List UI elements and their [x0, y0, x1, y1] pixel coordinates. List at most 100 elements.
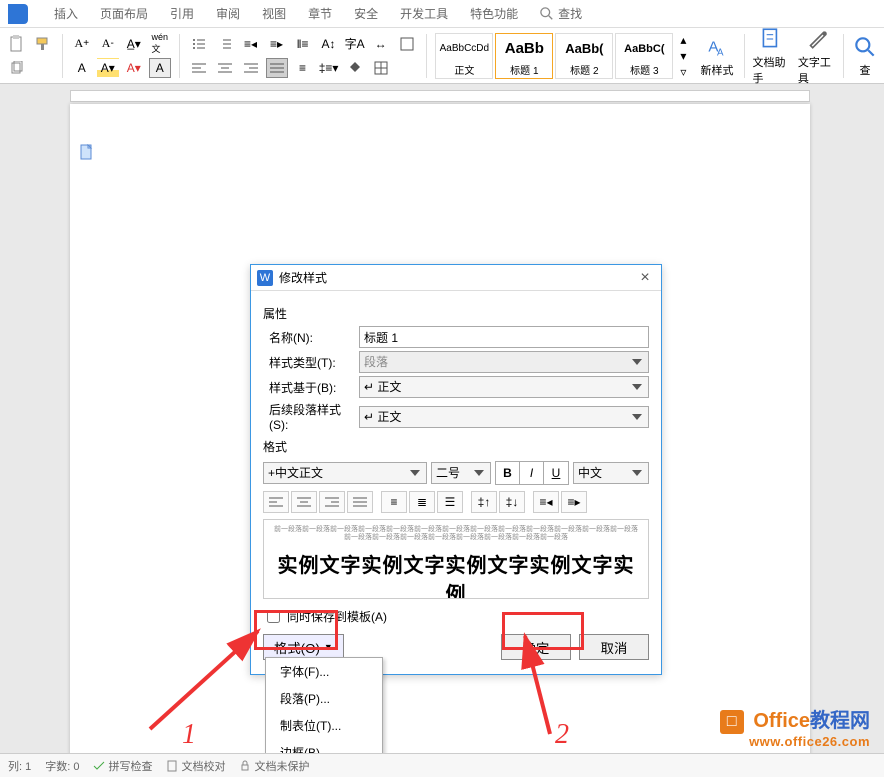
- align-left-icon[interactable]: [188, 58, 210, 78]
- new-style-button[interactable]: AA 新样式: [698, 34, 735, 78]
- pa-justify-icon[interactable]: [347, 491, 373, 513]
- based-select[interactable]: ↵ 正文: [359, 376, 649, 398]
- status-protect[interactable]: 文档未保护: [239, 758, 309, 774]
- dialog-titlebar[interactable]: W 修改样式 ×: [251, 265, 661, 291]
- pa-left-icon[interactable]: [263, 491, 289, 513]
- app-menu-icon[interactable]: [8, 4, 28, 24]
- char-border-icon[interactable]: A: [149, 58, 171, 78]
- subscript-icon[interactable]: A: [71, 58, 93, 78]
- borders-icon[interactable]: [396, 34, 418, 54]
- line-space-icon[interactable]: ‡≡▾: [318, 58, 340, 78]
- indent-dec-icon[interactable]: ≡◂: [240, 34, 262, 54]
- style-heading1[interactable]: AaBb 标题 1: [495, 33, 553, 79]
- text-direction-icon[interactable]: 字A: [344, 34, 366, 54]
- style-normal[interactable]: AaBbCcDd 正文: [435, 33, 493, 79]
- font-larger-icon[interactable]: A+: [71, 34, 93, 54]
- gallery-more-icon[interactable]: ▿: [676, 65, 690, 79]
- table-icon[interactable]: [370, 58, 392, 78]
- text-tool-button[interactable]: 文字工具: [798, 26, 835, 86]
- gallery-up-icon[interactable]: ▴: [676, 33, 690, 47]
- search-box[interactable]: 查找: [540, 5, 582, 22]
- shading-icon[interactable]: [344, 58, 366, 78]
- bold-button[interactable]: B: [496, 462, 520, 484]
- align-convert-icon[interactable]: ↔: [370, 34, 392, 54]
- style-preview: AaBb(: [556, 36, 612, 62]
- style-label: 正文: [436, 62, 492, 77]
- tab-reference[interactable]: 引用: [170, 5, 194, 22]
- copy-icon[interactable]: [6, 58, 28, 78]
- dec-indent-icon[interactable]: ≡◂: [533, 491, 559, 513]
- phonetic-icon[interactable]: wén文: [149, 34, 171, 54]
- menu-paragraph[interactable]: 段落(P)...: [266, 685, 382, 712]
- doc-assist-button[interactable]: 文档助手: [753, 26, 790, 86]
- tab-devtools[interactable]: 开发工具: [400, 5, 448, 22]
- spacing-normal-icon[interactable]: ≣: [409, 491, 435, 513]
- tab-chapter[interactable]: 章节: [308, 5, 332, 22]
- bullets-icon[interactable]: [188, 34, 210, 54]
- indent-down-icon[interactable]: ‡↓: [499, 491, 525, 513]
- app-icon: W: [257, 270, 273, 286]
- cancel-button[interactable]: 取消: [579, 634, 649, 660]
- style-gallery[interactable]: AaBbCcDd 正文 AaBb 标题 1 AaBb( 标题 2 AaBbC( …: [434, 33, 690, 79]
- line-spacing-icon[interactable]: ‖≡: [292, 34, 314, 54]
- preview-box: 前一段落前一段落前一段落前一段落前一段落前一段落前一段落前一段落前一段落前一段落…: [263, 519, 649, 599]
- font-smaller-icon[interactable]: A-: [97, 34, 119, 54]
- section-attributes: 属性: [263, 305, 649, 322]
- paste-icon[interactable]: [6, 34, 28, 54]
- section-format: 格式: [263, 438, 649, 455]
- tab-view[interactable]: 视图: [262, 5, 286, 22]
- follow-select[interactable]: ↵ 正文: [359, 406, 649, 428]
- style-label: 标题 2: [556, 62, 612, 77]
- change-case-icon[interactable]: A̲▾: [123, 34, 145, 54]
- watermark-icon: □: [720, 710, 744, 734]
- style-heading2[interactable]: AaBb( 标题 2: [555, 33, 613, 79]
- spacing-tight-icon[interactable]: ≡: [381, 491, 407, 513]
- save-template-checkbox[interactable]: [267, 610, 280, 623]
- status-proof[interactable]: 文档校对: [166, 758, 225, 774]
- style-heading3[interactable]: AaBbC( 标题 3: [615, 33, 673, 79]
- indent-inc-icon[interactable]: ≡▸: [266, 34, 288, 54]
- font-color-icon[interactable]: A▾: [123, 58, 145, 78]
- menu-border[interactable]: 边框(B)...: [266, 739, 382, 753]
- tab-security[interactable]: 安全: [354, 5, 378, 22]
- menu-font[interactable]: 字体(F)...: [266, 658, 382, 685]
- pa-center-icon[interactable]: [291, 491, 317, 513]
- status-words[interactable]: 字数: 0: [45, 758, 79, 774]
- size-select[interactable]: 二号: [431, 462, 491, 484]
- spacing-loose-icon[interactable]: ☰: [437, 491, 463, 513]
- status-bar: 列: 1 字数: 0 拼写检查 文档校对 文档未保护: [0, 753, 884, 777]
- find-button[interactable]: 查: [852, 34, 878, 78]
- pa-right-icon[interactable]: [319, 491, 345, 513]
- format-painter-icon[interactable]: [32, 34, 54, 54]
- style-label: 标题 3: [616, 62, 672, 77]
- lang-select[interactable]: 中文: [573, 462, 649, 484]
- name-input[interactable]: [359, 326, 649, 348]
- lock-icon: [239, 760, 251, 772]
- ok-button[interactable]: 确定: [501, 634, 571, 660]
- italic-button[interactable]: I: [520, 462, 544, 484]
- align-justify-icon[interactable]: [266, 58, 288, 78]
- numbering-icon[interactable]: [214, 34, 236, 54]
- tab-special[interactable]: 特色功能: [470, 5, 518, 22]
- close-icon[interactable]: ×: [635, 269, 655, 287]
- separator: [179, 34, 180, 78]
- tab-review[interactable]: 审阅: [216, 5, 240, 22]
- underline-button[interactable]: U: [544, 462, 568, 484]
- tab-layout[interactable]: 页面布局: [100, 5, 148, 22]
- menu-tabs[interactable]: 制表位(T)...: [266, 712, 382, 739]
- font-select[interactable]: +中文正文: [263, 462, 427, 484]
- sort-icon[interactable]: A↕: [318, 34, 340, 54]
- separator: [744, 34, 745, 78]
- indent-up-icon[interactable]: ‡↑: [471, 491, 497, 513]
- gallery-down-icon[interactable]: ▾: [676, 49, 690, 63]
- status-spell[interactable]: 拼写检查: [93, 758, 152, 774]
- align-center-icon[interactable]: [214, 58, 236, 78]
- align-right-icon[interactable]: [240, 58, 262, 78]
- format-btn-label: 格式(O): [274, 638, 320, 657]
- inc-indent-icon[interactable]: ≡▸: [561, 491, 587, 513]
- highlight-icon[interactable]: A▾: [97, 58, 119, 78]
- ribbon-content: A+ A- A̲▾ wén文 A A▾ A▾ A ≡◂ ≡▸ ‖≡ A↕ 字A …: [0, 28, 884, 84]
- tab-insert[interactable]: 插入: [54, 5, 78, 22]
- align-distribute-icon[interactable]: ≡: [292, 58, 314, 78]
- protect-label: 文档未保护: [254, 758, 309, 774]
